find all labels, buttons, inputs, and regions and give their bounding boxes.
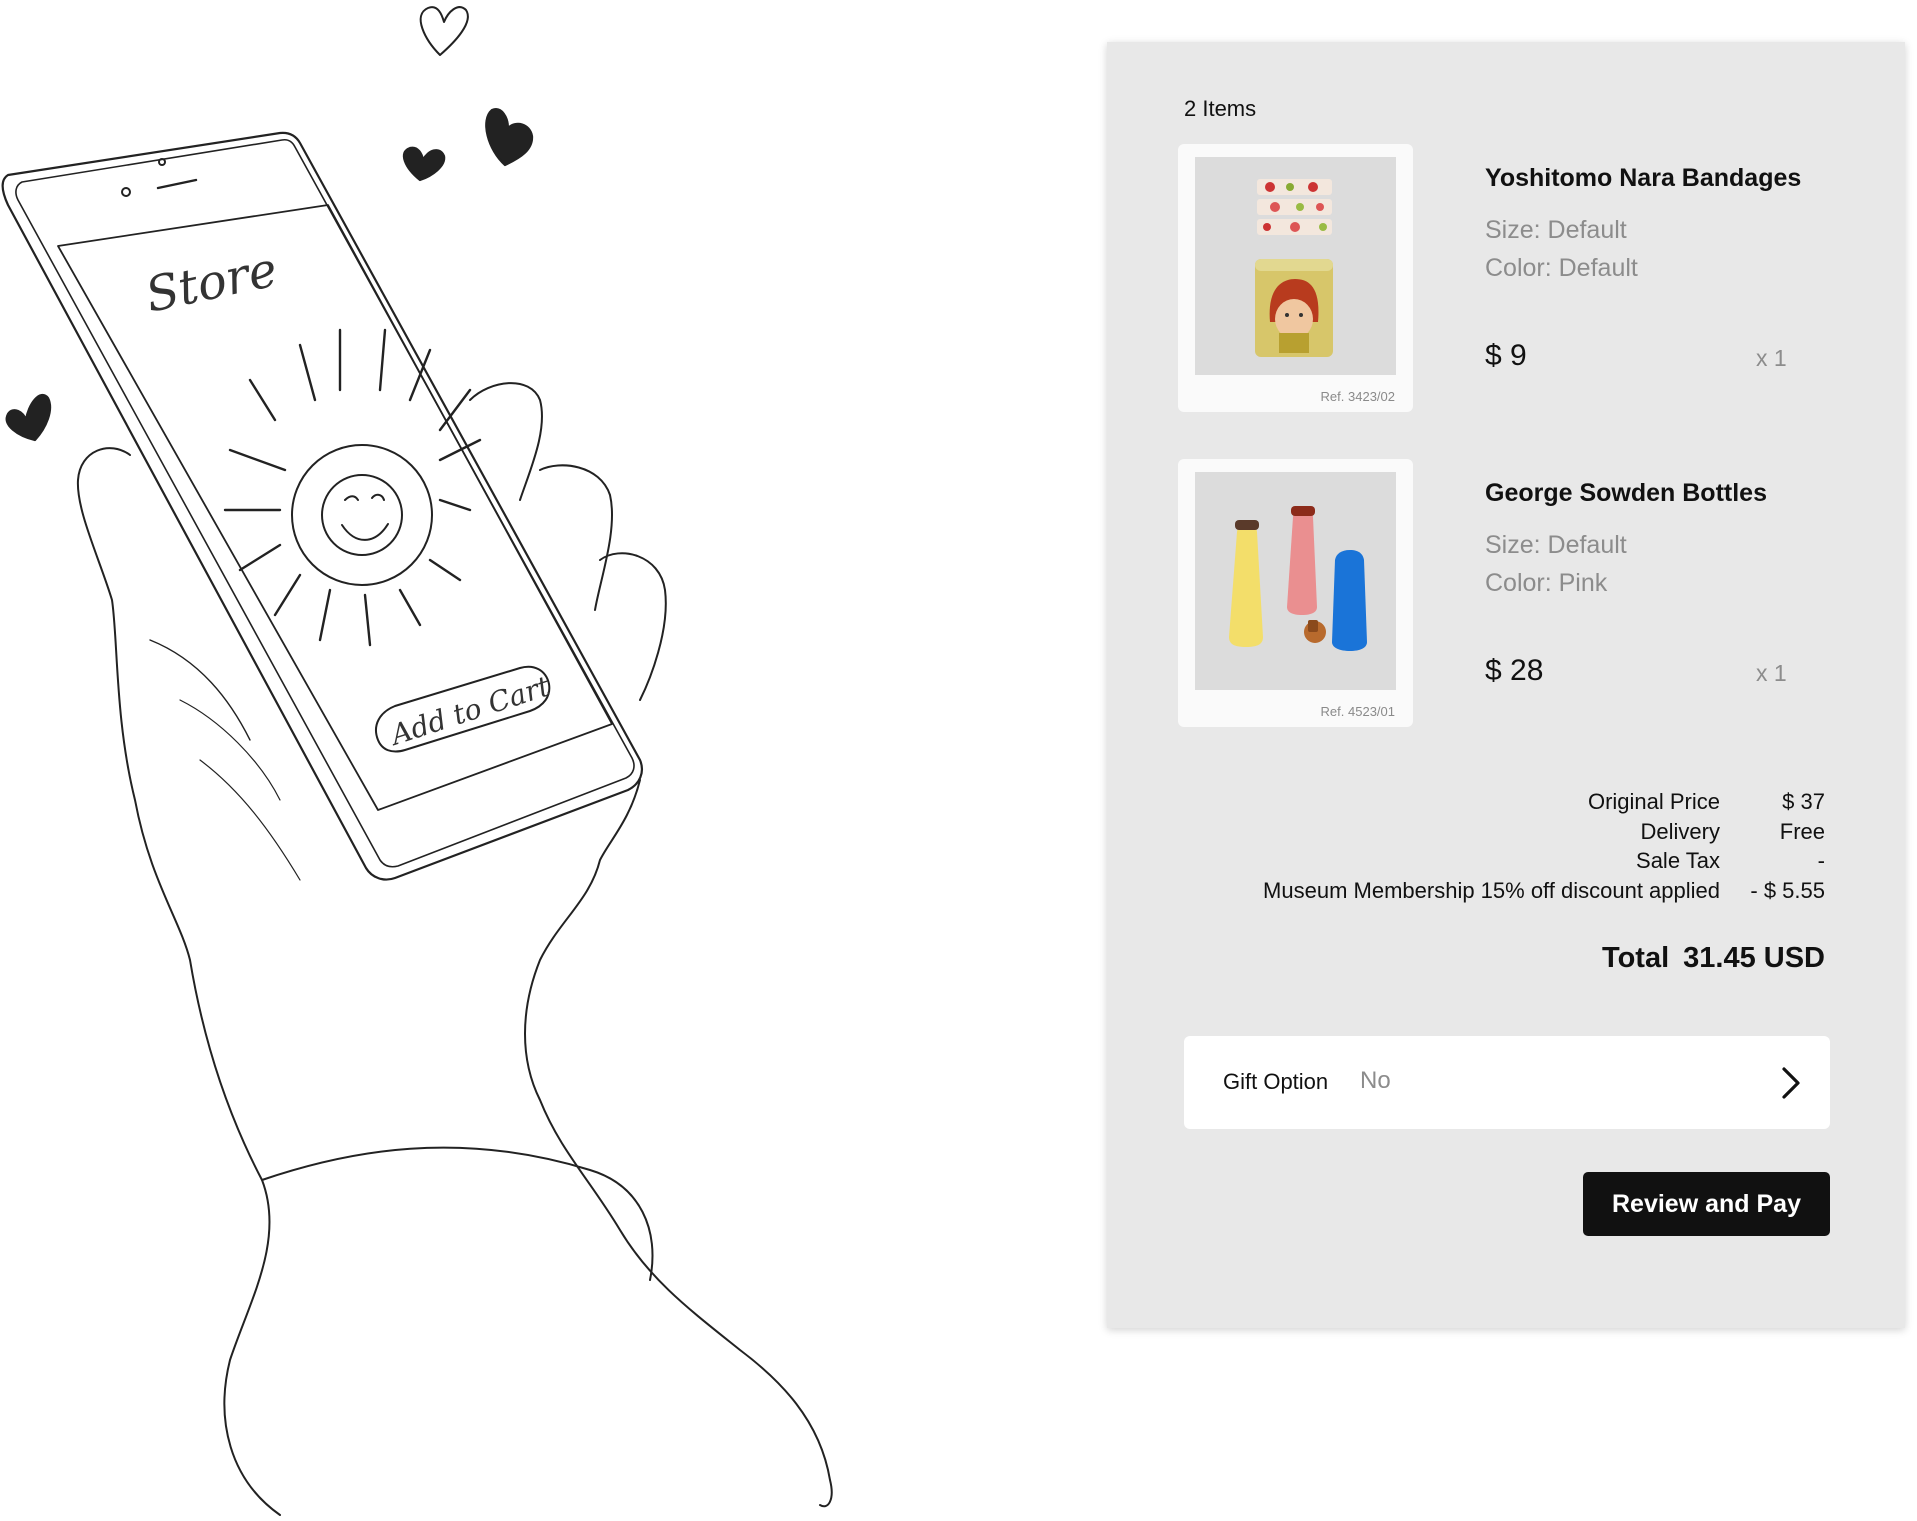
cart-item: Ref. 4523/01 George Sowden Bottles Size:… — [1178, 459, 1917, 729]
cart-item: Ref. 3423/02 Yoshitomo Nara Bandages Siz… — [1178, 144, 1917, 414]
item-color: Color: Pink — [1485, 569, 1608, 597]
summary-value: Free — [1779, 818, 1825, 844]
cart-panel: 2 Items Ref. 3423/02 Yoshitomo Nara Band… — [1107, 42, 1905, 1328]
item-info: George Sowden Bottles Size: Default Colo… — [1485, 459, 1815, 602]
review-and-pay-button[interactable]: Review and Pay — [1583, 1172, 1830, 1236]
product-ref: Ref. 4523/01 — [1320, 704, 1395, 719]
item-price: $ 28 — [1485, 654, 1544, 687]
item-name[interactable]: George Sowden Bottles — [1485, 479, 1815, 508]
sketch-store-title: Store — [141, 241, 282, 323]
summary-label: Original Price — [1587, 789, 1720, 814]
product-thumbnail-card[interactable]: Ref. 3423/02 — [1178, 144, 1413, 412]
total-label: Total — [1602, 942, 1670, 974]
gift-option-label: Gift Option — [1223, 1069, 1329, 1094]
item-quantity[interactable]: x 1 — [1756, 345, 1787, 372]
outline-heart-icon — [419, 6, 469, 56]
item-size: Size: Default — [1485, 216, 1627, 244]
product-ref: Ref. 3423/02 — [1320, 389, 1395, 404]
order-total: Total 31.45 USD — [1602, 942, 1825, 975]
summary-row-original-price: Original Price $ 37 — [1125, 787, 1825, 817]
summary-value: $ 37 — [1782, 789, 1825, 814]
phone-sketch — [1, 131, 833, 1516]
summary-value: - — [1817, 848, 1825, 873]
summary-label: Museum Membership 15% off discount appli… — [1263, 877, 1720, 903]
item-info: Yoshitomo Nara Bandages Size: Default Co… — [1485, 144, 1815, 287]
product-image-bandages — [1195, 157, 1396, 375]
hand-holding-phone-sketch: Store Add to Cart — [0, 0, 860, 1521]
gift-option-value: No — [1360, 1067, 1391, 1094]
items-count: 2 Items — [1184, 96, 1257, 121]
item-size: Size: Default — [1485, 531, 1627, 559]
item-quantity[interactable]: x 1 — [1756, 660, 1787, 687]
order-summary: Original Price $ 37 Delivery Free Sale T… — [1125, 787, 1825, 905]
item-color: Color: Default — [1485, 254, 1638, 282]
item-price: $ 9 — [1485, 339, 1527, 372]
gift-option-row[interactable]: Gift Option No — [1184, 1036, 1830, 1129]
summary-row-discount: Museum Membership 15% off discount appli… — [1125, 876, 1825, 906]
summary-row-sale-tax: Sale Tax - — [1125, 846, 1825, 876]
page: Store Add to Cart 2 Items Ref. 3423/02 Y… — [0, 0, 1917, 1521]
summary-label: Sale Tax — [1636, 848, 1720, 873]
summary-row-delivery: Delivery Free — [1125, 817, 1825, 847]
total-value: 31.45 USD — [1683, 942, 1825, 974]
product-image-bottles — [1195, 472, 1396, 690]
product-thumbnail-card[interactable]: Ref. 4523/01 — [1178, 459, 1413, 727]
item-name[interactable]: Yoshitomo Nara Bandages — [1485, 164, 1815, 193]
summary-value: - $ 5.55 — [1750, 877, 1825, 903]
chevron-right-icon — [1782, 1067, 1800, 1099]
summary-label: Delivery — [1640, 818, 1720, 844]
